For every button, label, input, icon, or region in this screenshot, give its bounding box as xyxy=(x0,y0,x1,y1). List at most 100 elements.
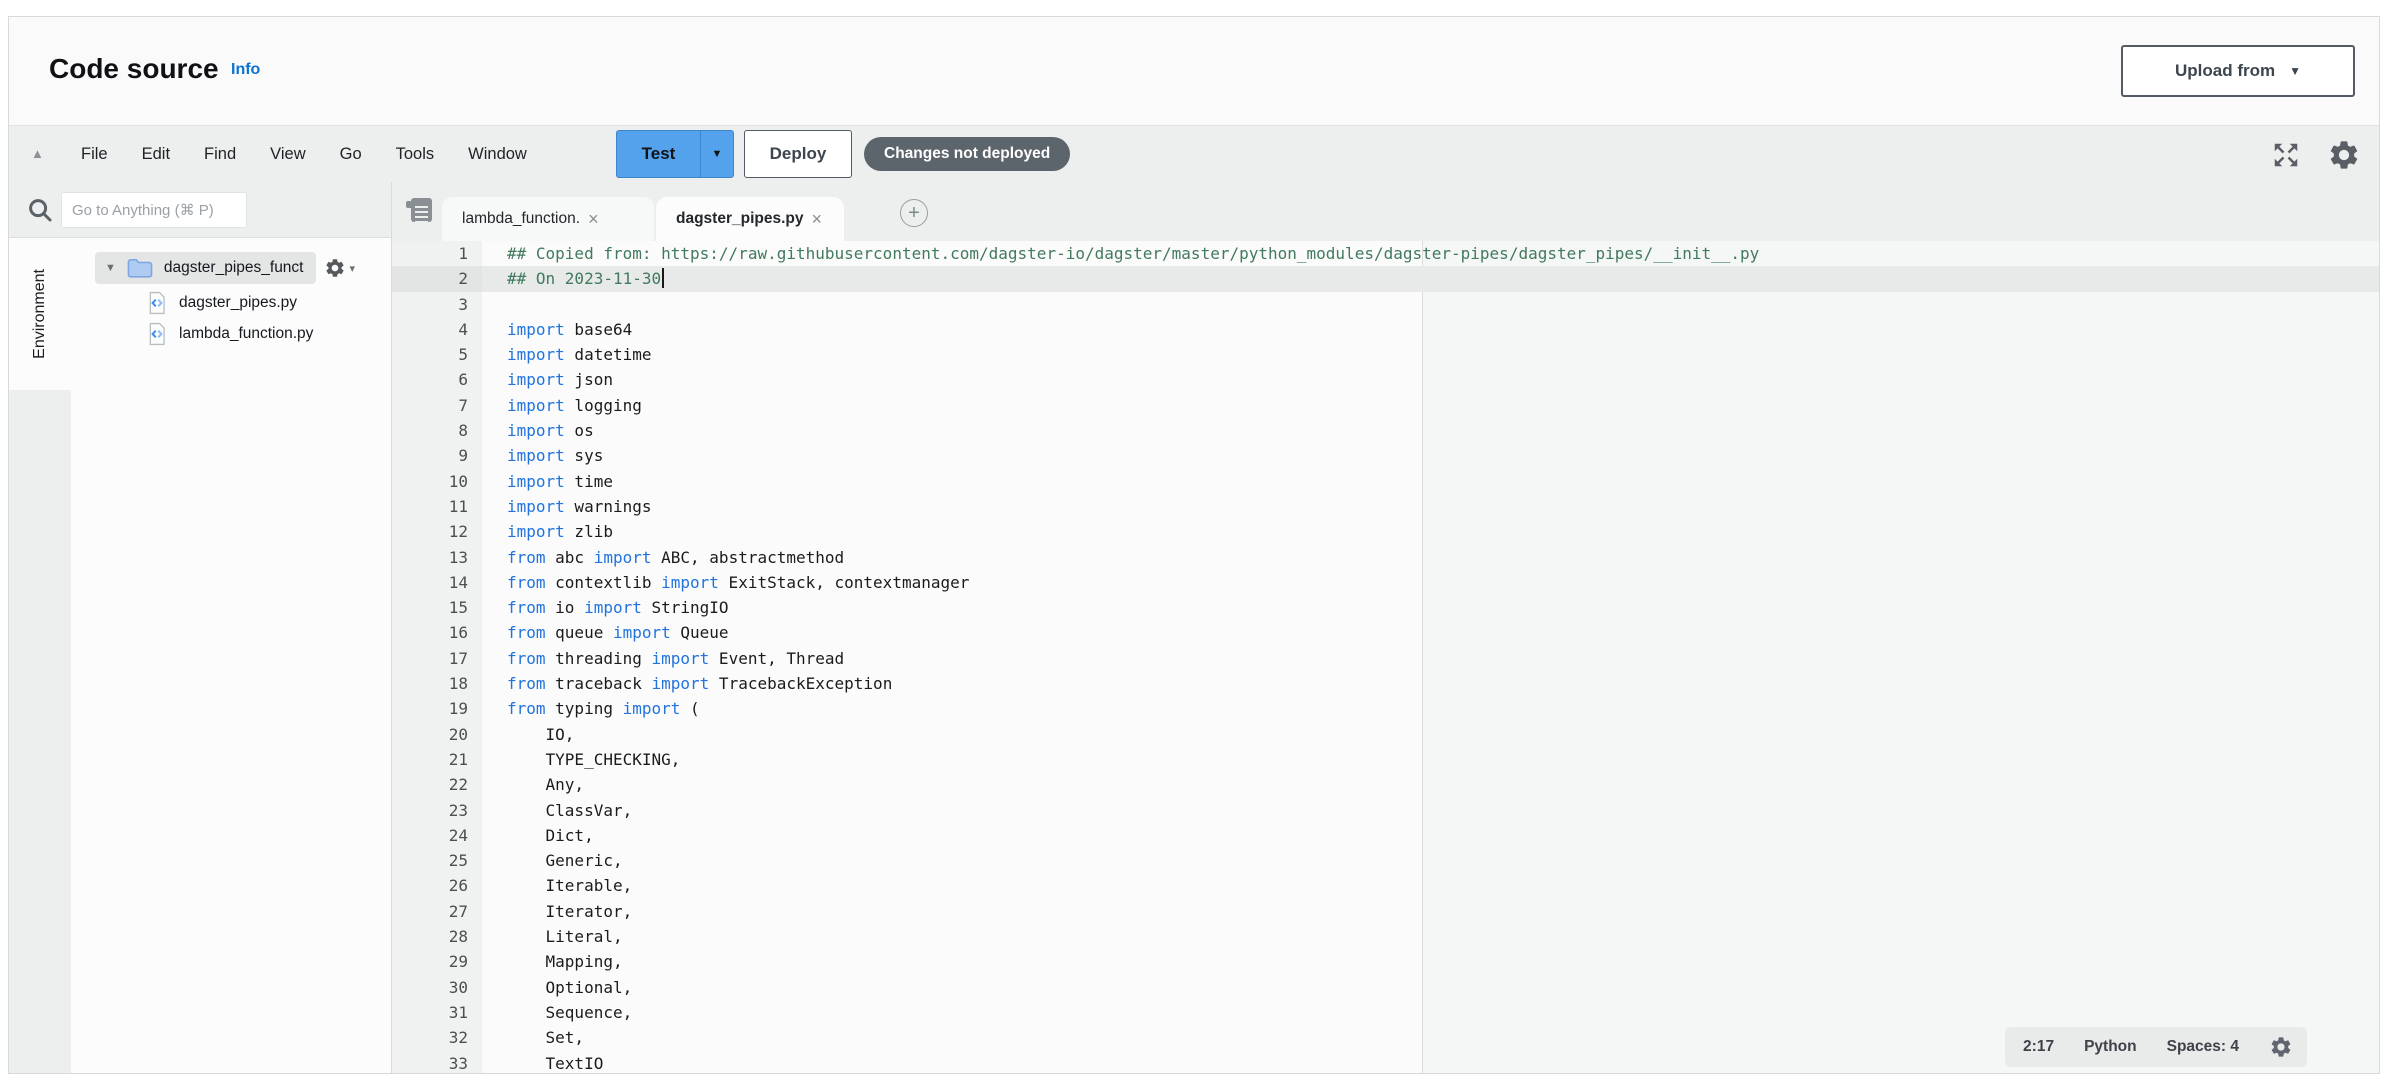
folder-item[interactable]: ▼ dagster_pipes_funct xyxy=(95,252,316,284)
python-file-icon xyxy=(147,322,167,346)
info-link[interactable]: Info xyxy=(231,61,260,79)
test-dropdown-button[interactable]: ▼ xyxy=(700,130,734,178)
settings-gear-icon[interactable] xyxy=(2327,138,2361,172)
menu-bar: ▲ File Edit Find View Go Tools Window Test ▼ D… xyxy=(9,125,2379,182)
search-icon[interactable] xyxy=(25,195,55,230)
lambda-code-editor: Code source Info Upload from ▼ ▲ File Edi… xyxy=(0,0,2390,1090)
line-number: 14 xyxy=(392,570,482,595)
text-cursor xyxy=(662,268,664,288)
line-number: 23 xyxy=(392,798,482,823)
code-line[interactable]: import json xyxy=(482,367,2379,392)
code-line[interactable]: Iterable, xyxy=(482,873,2379,898)
menu-item-view[interactable]: View xyxy=(270,145,305,164)
code-line[interactable]: ## On 2023-11-30 xyxy=(482,266,2379,291)
code-line[interactable]: TYPE_CHECKING, xyxy=(482,747,2379,772)
code-line[interactable]: import sys xyxy=(482,443,2379,468)
fullscreen-icon[interactable] xyxy=(2271,140,2301,170)
menu-item-go[interactable]: Go xyxy=(340,145,362,164)
code-editor[interactable]: 1234567891011121314151617181920212223242… xyxy=(392,241,2379,1073)
menu-item-find[interactable]: Find xyxy=(204,145,236,164)
code-line[interactable]: Any, xyxy=(482,772,2379,797)
chevron-down-icon: ▼ xyxy=(712,148,723,160)
line-number: 6 xyxy=(392,367,482,392)
code-line[interactable]: Literal, xyxy=(482,924,2379,949)
code-line[interactable]: from queue import Queue xyxy=(482,620,2379,645)
folder-settings-button[interactable]: ▾ xyxy=(324,257,356,279)
code-line[interactable]: ## Copied from: https://raw.githubuserco… xyxy=(482,241,2379,266)
collapse-panel-icon[interactable]: ▲ xyxy=(31,146,44,161)
code-line[interactable]: from traceback import TracebackException xyxy=(482,671,2379,696)
test-button[interactable]: Test xyxy=(616,130,700,178)
code-line[interactable]: Generic, xyxy=(482,848,2379,873)
code-line[interactable]: Optional, xyxy=(482,975,2379,1000)
close-icon[interactable]: × xyxy=(812,210,823,228)
tab-dagster-pipes[interactable]: dagster_pipes.py × xyxy=(656,197,844,241)
code-line[interactable]: import base64 xyxy=(482,317,2379,342)
line-number: 2 xyxy=(392,266,482,291)
code-line[interactable]: import zlib xyxy=(482,519,2379,544)
file-tree: ▼ dagster_pipes_funct ▾ xyxy=(71,238,391,1073)
menu-item-edit[interactable]: Edit xyxy=(142,145,170,164)
tab-list-icon[interactable] xyxy=(406,198,432,222)
line-number: 18 xyxy=(392,671,482,696)
code-line[interactable] xyxy=(482,292,2379,317)
code-line[interactable]: from contextlib import ExitStack, contex… xyxy=(482,570,2379,595)
cursor-position[interactable]: 2:17 xyxy=(2023,1038,2054,1056)
menu-item-window[interactable]: Window xyxy=(468,145,527,164)
code-line[interactable]: import time xyxy=(482,469,2379,494)
menu-item-file[interactable]: File xyxy=(81,145,108,164)
tab-bar: lambda_function. × dagster_pipes.py × + xyxy=(392,182,2379,241)
tree-file-item[interactable]: dagster_pipes.py xyxy=(147,291,391,315)
tab-label: dagster_pipes.py xyxy=(676,210,804,228)
line-number: 16 xyxy=(392,620,482,645)
language-mode[interactable]: Python xyxy=(2084,1038,2137,1056)
code-line[interactable]: IO, xyxy=(482,722,2379,747)
line-number: 25 xyxy=(392,848,482,873)
chevron-down-icon: ▾ xyxy=(350,262,356,275)
code-line[interactable]: import warnings xyxy=(482,494,2379,519)
code-line[interactable]: from abc import ABC, abstractmethod xyxy=(482,545,2379,570)
folder-expand-icon[interactable]: ▼ xyxy=(105,262,116,274)
code-line[interactable]: from io import StringIO xyxy=(482,595,2379,620)
upload-from-button[interactable]: Upload from ▼ xyxy=(2121,45,2355,97)
code-source-panel: Code source Info Upload from ▼ ▲ File Edi… xyxy=(8,16,2380,1074)
code-line[interactable]: import os xyxy=(482,418,2379,443)
folder-icon xyxy=(126,257,154,279)
deploy-button[interactable]: Deploy xyxy=(744,130,852,178)
tab-lambda-function[interactable]: lambda_function. × xyxy=(442,197,654,241)
code-line[interactable]: import datetime xyxy=(482,342,2379,367)
editor-settings-gear-icon[interactable] xyxy=(2269,1035,2293,1059)
menubar-icons xyxy=(2271,126,2361,183)
file-label: dagster_pipes.py xyxy=(179,294,297,312)
menu-item-tools[interactable]: Tools xyxy=(396,145,435,164)
code-line[interactable]: ClassVar, xyxy=(482,798,2379,823)
line-number: 1 xyxy=(392,241,482,266)
code-line[interactable]: Iterator, xyxy=(482,899,2379,924)
panel-header: Code source Info Upload from ▼ xyxy=(9,17,2379,125)
line-number: 10 xyxy=(392,469,482,494)
code-line[interactable]: Mapping, xyxy=(482,949,2379,974)
code-lines[interactable]: ## Copied from: https://raw.githubuserco… xyxy=(482,241,2379,1073)
menu-items: File Edit Find View Go Tools Window xyxy=(81,126,527,183)
indent-setting[interactable]: Spaces: 4 xyxy=(2167,1038,2239,1056)
tree-folder-row: ▼ dagster_pipes_funct ▾ xyxy=(95,252,391,284)
go-to-anything-input[interactable] xyxy=(61,192,247,228)
code-line[interactable]: from threading import Event, Thread xyxy=(482,646,2379,671)
code-line[interactable]: from typing import ( xyxy=(482,696,2379,721)
environment-tab[interactable]: Environment xyxy=(9,238,71,390)
folder-label: dagster_pipes_funct xyxy=(164,259,304,277)
line-number: 32 xyxy=(392,1025,482,1050)
line-number-gutter: 1234567891011121314151617181920212223242… xyxy=(392,241,482,1073)
upload-from-label: Upload from xyxy=(2175,61,2275,81)
code-line[interactable]: import logging xyxy=(482,393,2379,418)
close-icon[interactable]: × xyxy=(588,210,599,228)
editor-status-bar: 2:17 Python Spaces: 4 xyxy=(2005,1027,2307,1067)
code-line[interactable]: Dict, xyxy=(482,823,2379,848)
editor-pane: lambda_function. × dagster_pipes.py × + … xyxy=(391,182,2379,1073)
code-line[interactable]: Sequence, xyxy=(482,1000,2379,1025)
add-tab-button[interactable]: + xyxy=(900,199,928,227)
search-row xyxy=(9,182,391,238)
line-number: 11 xyxy=(392,494,482,519)
tree-file-item[interactable]: lambda_function.py xyxy=(147,322,391,346)
tab-label: lambda_function. xyxy=(462,210,580,228)
